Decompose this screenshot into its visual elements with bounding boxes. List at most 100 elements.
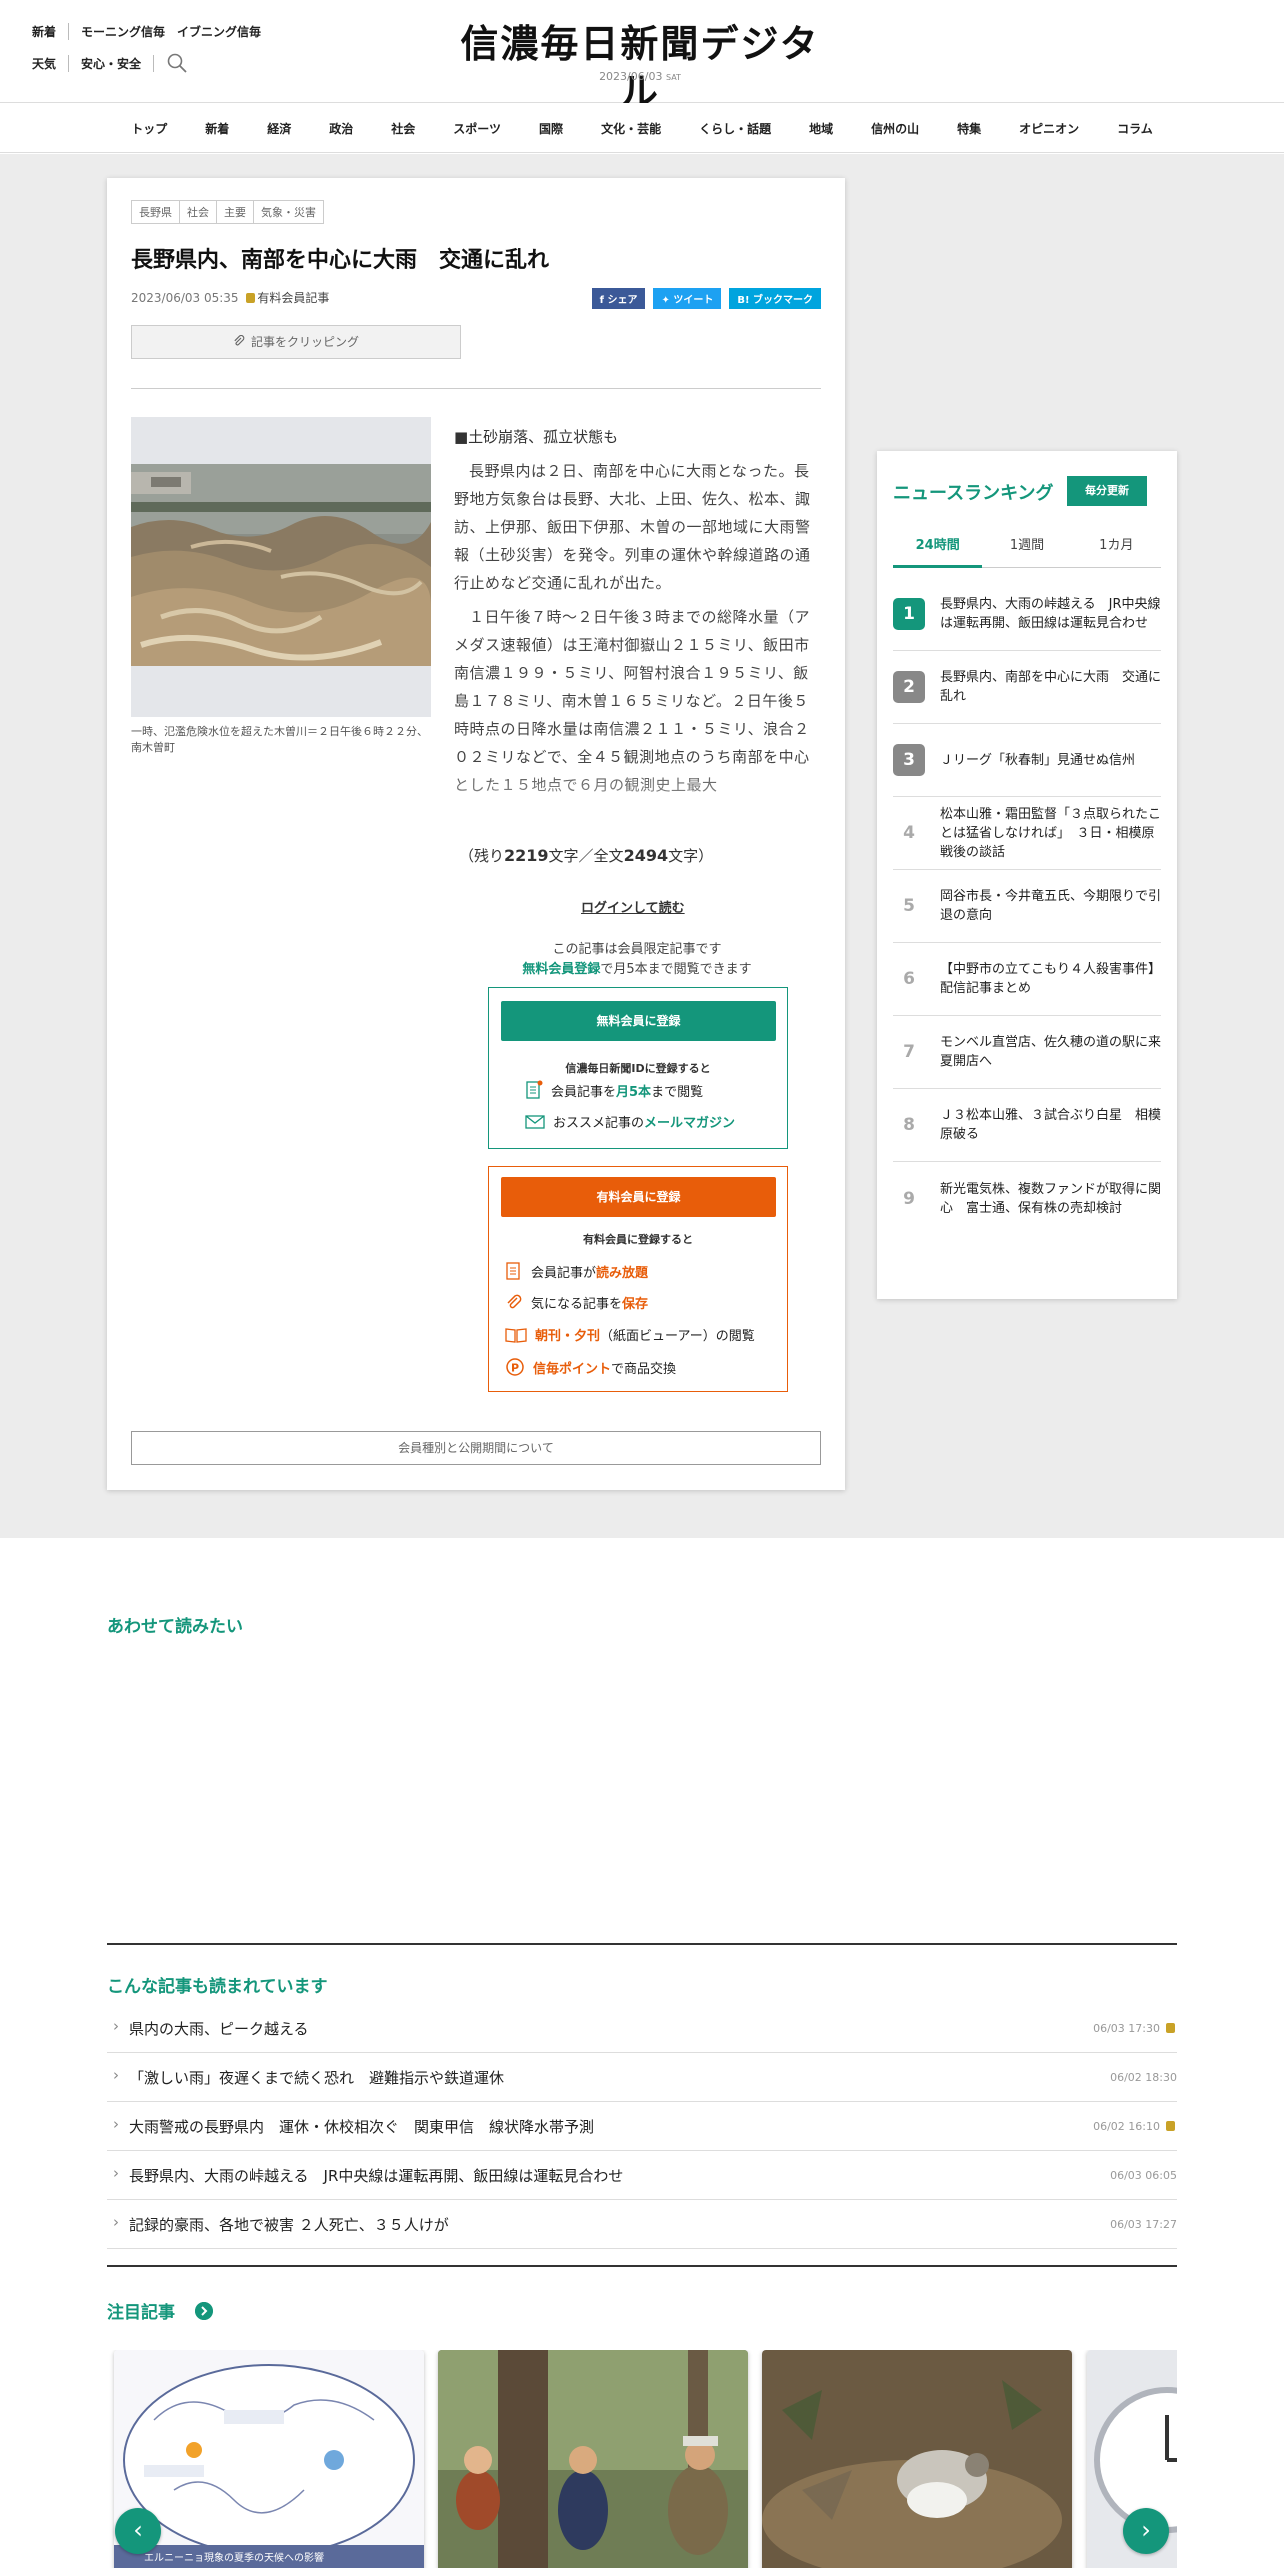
free-register-button[interactable]: 無料会員に登録	[501, 1001, 776, 1041]
also-read-heading: こんな記事も読まれています	[107, 1977, 328, 1997]
date-value: 2023/06/03	[599, 70, 663, 83]
also-read-title: 記録的豪雨、各地で被害 ２人死亡、３５人けが	[107, 2213, 449, 2235]
search-icon[interactable]	[166, 52, 188, 74]
svg-text:P: P	[511, 1362, 519, 1375]
nav-item-society[interactable]: 社会	[372, 120, 434, 137]
free-register-link[interactable]: 無料会員登録	[522, 962, 600, 977]
article-photo[interactable]	[131, 417, 431, 717]
header-link-new[interactable]: 新着	[32, 22, 70, 40]
carousel-prev-button[interactable]: ‹	[115, 2508, 161, 2554]
header-link-weather[interactable]: 天気	[32, 54, 70, 72]
header-link-evening[interactable]: イブニング信毎	[177, 23, 273, 40]
site-header: 新着 モーニング信毎 イブニング信毎 天気 安心・安全 信濃毎日新聞デジタル 2…	[0, 0, 1284, 114]
featured-card[interactable]	[438, 2350, 748, 2568]
nav-item-column[interactable]: コラム	[1098, 120, 1172, 137]
ranking-item[interactable]: 5 岡谷市長・今井竜五氏、今期限りで引退の意向	[893, 870, 1161, 943]
tag-weather-disaster[interactable]: 気象・災害	[253, 200, 324, 224]
ptarmigan-image	[762, 2350, 1072, 2568]
nav-item-opinion[interactable]: オピニオン	[1000, 120, 1098, 137]
tag-society[interactable]: 社会	[179, 200, 216, 224]
article-datetime: 2023/06/03 05:35	[131, 291, 239, 305]
also-read-date: 06/02 16:10	[1093, 2120, 1177, 2133]
featured-card[interactable]	[762, 2350, 1072, 2568]
date-text: 06/03 17:27	[1110, 2217, 1177, 2231]
nav-item-mountains[interactable]: 信州の山	[852, 120, 938, 137]
free-feat1-c: まで閲覧	[651, 1084, 704, 1100]
nav-item-top[interactable]: トップ	[112, 120, 186, 137]
ranking-item[interactable]: 1 長野県内、大雨の峠越える JR中央線は運転再開、飯田線は運転見合わせ	[893, 578, 1161, 651]
free-feature-newsletter: おススメ記事の メールマガジン	[525, 1112, 735, 1131]
nav-item-culture[interactable]: 文化・芸能	[582, 120, 680, 137]
tag-nagano[interactable]: 長野県	[131, 200, 179, 224]
ranking-list: 1 長野県内、大雨の峠越える JR中央線は運転再開、飯田線は運転見合わせ 2 長野県…	[893, 578, 1161, 1235]
chevron-right-icon[interactable]	[195, 2302, 213, 2320]
ranking-item[interactable]: 7 モンベル直営店、佐久穂の道の駅に来夏開店へ	[893, 1016, 1161, 1089]
nav-item-economy[interactable]: 経済	[248, 120, 310, 137]
header-links: 新着 モーニング信毎 イブニング信毎 天気 安心・安全	[32, 22, 285, 86]
tab-24h[interactable]: 24時間	[893, 534, 983, 568]
ranking-item[interactable]: 4 松本山雅・霜田監督「３点取られたことは猛省しなければ」 ３日・相模原戦後の談話	[893, 797, 1161, 870]
free-register-suffix: で月5本まで閲覧できます	[600, 962, 752, 977]
ranking-item-title: 岡谷市長・今井竜五氏、今期限りで引退の意向	[940, 889, 1162, 923]
login-link[interactable]: ログインして読む	[581, 897, 685, 916]
free-feat2-b: メールマガジン	[644, 1116, 736, 1131]
free-feat2-a: おススメ記事の	[553, 1116, 645, 1131]
paid-member-box: 有料会員に登録 有料会員に登録すると 会員記事が 読み放題 気になる記事を 保存 朝…	[488, 1166, 788, 1392]
nav-item-special[interactable]: 特集	[938, 120, 1000, 137]
nav-item-region[interactable]: 地域	[790, 120, 852, 137]
ranking-item[interactable]: 8 Ｊ３松本山雅、３試合ぶり白星 相模原破る	[893, 1089, 1161, 1162]
nav-item-sports[interactable]: スポーツ	[434, 120, 520, 137]
article-card: 長野県 社会 主要 気象・災害 長野県内、南部を中心に大雨 交通に乱れ 2023…	[107, 178, 845, 1490]
site-logo[interactable]: 信濃毎日新聞デジタル 2023/06/03 SAT	[460, 20, 820, 114]
rank-number: 4	[903, 823, 915, 843]
article-paragraph-1: 長野県内は２日、南部を中心に大雨となった。長野地方気象台は長野、大北、上田、佐久…	[454, 462, 811, 592]
ranking-item[interactable]: 9 新光電気株、複数ファンドが取得に関心 富士通、保有株の売却検討	[893, 1162, 1161, 1235]
header-link-morning[interactable]: モーニング信毎	[81, 23, 177, 40]
member-note: この記事は会員限定記事です 無料会員登録で月5本まで閲覧できます	[487, 940, 787, 980]
rank-number: 6	[903, 969, 915, 989]
also-read-item[interactable]: 「激しい雨」夜遅くまで続く恐れ 避難指示や鉄道運休 06/02 18:30	[107, 2053, 1177, 2102]
ranking-item[interactable]: 3 Ｊリーグ「秋春制」見通せぬ信州	[893, 724, 1161, 797]
remain-count: 2219	[504, 846, 549, 865]
tab-1week[interactable]: 1週間	[982, 534, 1071, 567]
hatena-bookmark-button[interactable]: B! ブックマーク	[729, 288, 821, 309]
paid-feat4-a: 信毎ポイント	[533, 1361, 612, 1377]
also-read-item[interactable]: 県内の大雨、ピーク越える 06/03 17:30	[107, 2004, 1177, 2053]
book-icon	[505, 1327, 527, 1343]
clip-article-button[interactable]: 記事をクリッピング	[131, 325, 461, 359]
facebook-share-button[interactable]: f シェア	[591, 288, 646, 309]
rank-number: 5	[903, 896, 915, 916]
member-label: 有料会員記事	[257, 291, 330, 305]
ranking-item[interactable]: 2 長野県内、南部を中心に大雨 交通に乱れ	[893, 651, 1161, 724]
ranking-item[interactable]: 6 【中野市の立てこもり４人殺害事件】配信記事まとめ	[893, 943, 1161, 1016]
header-link-safety[interactable]: 安心・安全	[81, 54, 155, 72]
remain-suffix: 文字）	[668, 847, 714, 865]
nav-item-politics[interactable]: 政治	[310, 120, 372, 137]
membership-info-button[interactable]: 会員種別と公開期間について	[131, 1431, 821, 1465]
rank-number: 1	[893, 598, 925, 630]
document-icon	[506, 1262, 520, 1280]
tag-main[interactable]: 主要	[216, 200, 253, 224]
flood-river-image	[131, 417, 431, 717]
nav-item-new[interactable]: 新着	[186, 120, 248, 137]
twitter-share-button[interactable]: ✦ ツイート	[653, 288, 722, 309]
weekday: SAT	[665, 73, 681, 82]
article-body: ■土砂崩落、孤立状態も 長野県内は２日、南部を中心に大雨となった。長野地方気象台…	[454, 423, 824, 805]
ranking-item-title: 松本山雅・霜田監督「３点取られたことは猛省しなければ」 ３日・相模原戦後の談話	[940, 806, 1162, 860]
free-member-box: 無料会員に登録 信濃毎日新聞IDに登録すると 会員記事を 月5本 まで閲覧 おススメ…	[488, 987, 788, 1149]
paid-feature-save: 気になる記事を 保存	[505, 1293, 648, 1312]
limited-note: この記事は会員限定記事です	[552, 942, 722, 957]
share-buttons: f シェア ✦ ツイート B! ブックマーク	[584, 288, 821, 309]
also-read-item[interactable]: 記録的豪雨、各地で被害 ２人死亡、３５人けが 06/03 17:27	[107, 2200, 1177, 2249]
paid-register-button[interactable]: 有料会員に登録	[501, 1177, 776, 1217]
carousel-next-button[interactable]: ›	[1123, 2508, 1169, 2554]
date-text: 06/03 06:05	[1110, 2168, 1177, 2182]
tab-1month[interactable]: 1カ月	[1072, 534, 1161, 567]
ranking-tabs: 24時間 1週間 1カ月	[893, 534, 1161, 568]
nav-item-international[interactable]: 国際	[520, 120, 582, 137]
also-read-list: 県内の大雨、ピーク越える 06/03 17:30 「激しい雨」夜遅くまで続く恐れ…	[107, 2004, 1177, 2249]
paid-feature-unlimited: 会員記事が 読み放題	[505, 1261, 648, 1281]
also-read-item[interactable]: 大雨警戒の長野県内 運休・休校相次ぐ 関東甲信 線状降水帯予測 06/02 16…	[107, 2102, 1177, 2151]
nav-item-living[interactable]: くらし・話題	[680, 120, 790, 137]
also-read-item[interactable]: 長野県内、大雨の峠越える JR中央線は運転再開、飯田線は運転見合わせ 06/03…	[107, 2151, 1177, 2200]
